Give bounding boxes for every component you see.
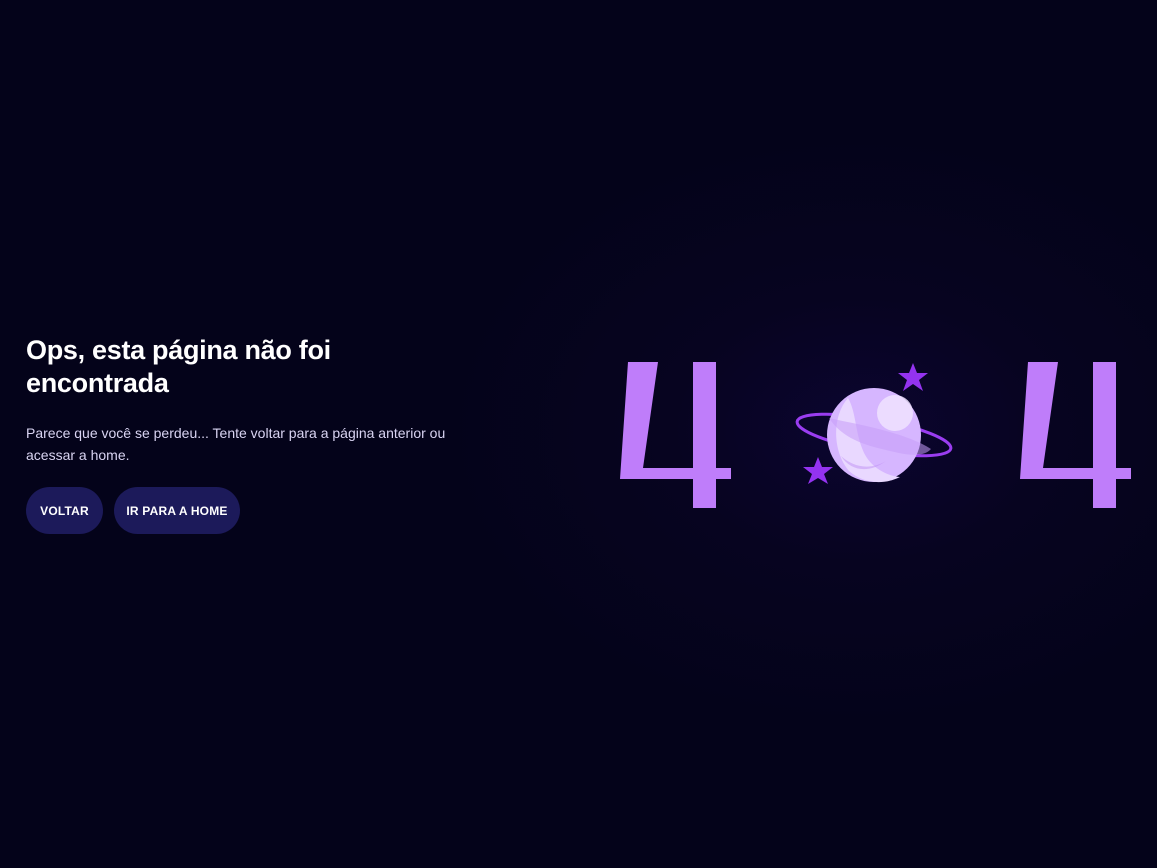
error-message: Ops, esta página não foi encontrada Pare… (26, 334, 476, 534)
digit-four-left (620, 362, 731, 508)
digit-four-right (1020, 362, 1131, 508)
back-button[interactable]: VOLTAR (26, 487, 103, 534)
page-title: Ops, esta página não foi encontrada (26, 335, 331, 398)
not-found-page: Ops, esta página não foi encontrada Pare… (0, 0, 1157, 868)
error-description: Parece que você se perdeu... Tente volta… (26, 425, 446, 463)
action-buttons: VOLTAR IR PARA A HOME (26, 487, 476, 534)
error-404-illustration (620, 362, 1131, 508)
home-button[interactable]: IR PARA A HOME (114, 487, 240, 534)
